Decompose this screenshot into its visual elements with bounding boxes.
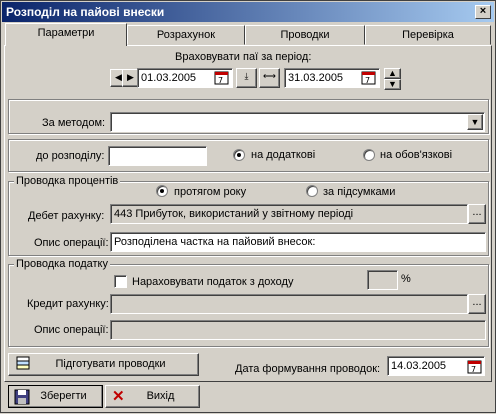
percent-sign: % [401,273,411,285]
calendar-icon: 7 [467,360,482,374]
radio-totals[interactable] [306,185,318,197]
tax-description-label: Опис операції: [34,324,109,336]
save-button[interactable]: Зберегти [8,385,103,408]
radio-during-year-label: протягом року [174,186,247,198]
to-start-button[interactable]: ⤓ [236,68,257,88]
save-label: Зберегти [40,390,87,402]
full-period-button[interactable]: ⟷ [259,68,280,88]
tax-description-input[interactable] [110,320,486,340]
span-arrows-icon: ⟷ [263,71,276,81]
method-select[interactable] [110,112,485,132]
exit-button[interactable]: ✕ Вихід [105,385,200,408]
dialog-window: Розподіл на пайові внески × Параметри Ро… [0,0,496,413]
period-from-calendar-button[interactable]: 7 [214,70,230,86]
svg-text:7: 7 [471,365,476,374]
radio-mandatory-label: на обов'язкові [380,149,453,161]
debit-account-browse-button[interactable]: ... [468,204,486,224]
tax-percent-input[interactable] [367,270,398,290]
method-dropdown-button[interactable]: ▼ [467,114,483,130]
arrow-up-icon: ▲ [388,68,397,78]
svg-text:7: 7 [365,76,370,85]
posting-date-label: Дата формування проводок: [235,363,381,375]
arrow-right-icon: ▶ [127,72,134,82]
radio-additional-label: на додаткові [251,149,316,161]
accrue-tax-checkbox[interactable] [114,275,127,288]
arrow-left-icon: ◀ [115,72,122,82]
credit-account-browse-button[interactable]: ... [468,294,486,314]
calendar-icon: 7 [361,71,376,85]
prepare-postings-button[interactable]: Підготувати проводки [8,353,199,376]
debit-account-label: Дебет рахунку: [28,210,105,222]
chevron-down-icon: ▼ [470,117,480,127]
interest-posting-title: Проводка процентів [14,175,121,187]
radio-additional[interactable] [233,149,245,161]
interest-description-input[interactable]: Розподілена частка на пайовий внесок: [110,232,486,252]
credit-account-label: Кредит рахунку: [27,298,109,310]
close-x-icon: ✕ [112,388,125,405]
floppy-icon [14,389,30,412]
radio-totals-label: за підсумками [323,186,396,198]
exit-label: Вихід [146,390,175,402]
stack-icon [15,356,31,379]
tax-posting-title: Проводка податку [14,258,110,270]
arrow-down-bar-icon: ⤓ [244,71,249,81]
interest-description-label: Опис операції: [34,237,109,249]
spin-down-button[interactable]: ▼ [384,79,401,90]
posting-date-calendar-button[interactable]: 7 [467,359,483,375]
spin-up-button[interactable]: ▲ [384,68,401,79]
credit-account-field [110,294,468,314]
period-to-calendar-button[interactable]: 7 [361,70,377,86]
prepare-postings-label: Підготувати проводки [55,358,166,370]
calendar-icon: 7 [214,71,229,85]
distribution-input[interactable] [108,146,207,166]
svg-text:7: 7 [218,76,223,85]
distribution-label: до розподілу: [36,150,105,162]
period-label: Враховувати паї за період: [175,51,312,63]
accrue-tax-label: Нараховувати податок з доходу [132,276,294,288]
radio-during-year[interactable] [156,185,168,197]
debit-account-field: 443 Прибуток, використаний у звітному пе… [110,204,468,224]
radio-mandatory[interactable] [363,149,375,161]
method-label: За методом: [42,117,106,129]
arrow-down-icon: ▼ [388,79,397,89]
